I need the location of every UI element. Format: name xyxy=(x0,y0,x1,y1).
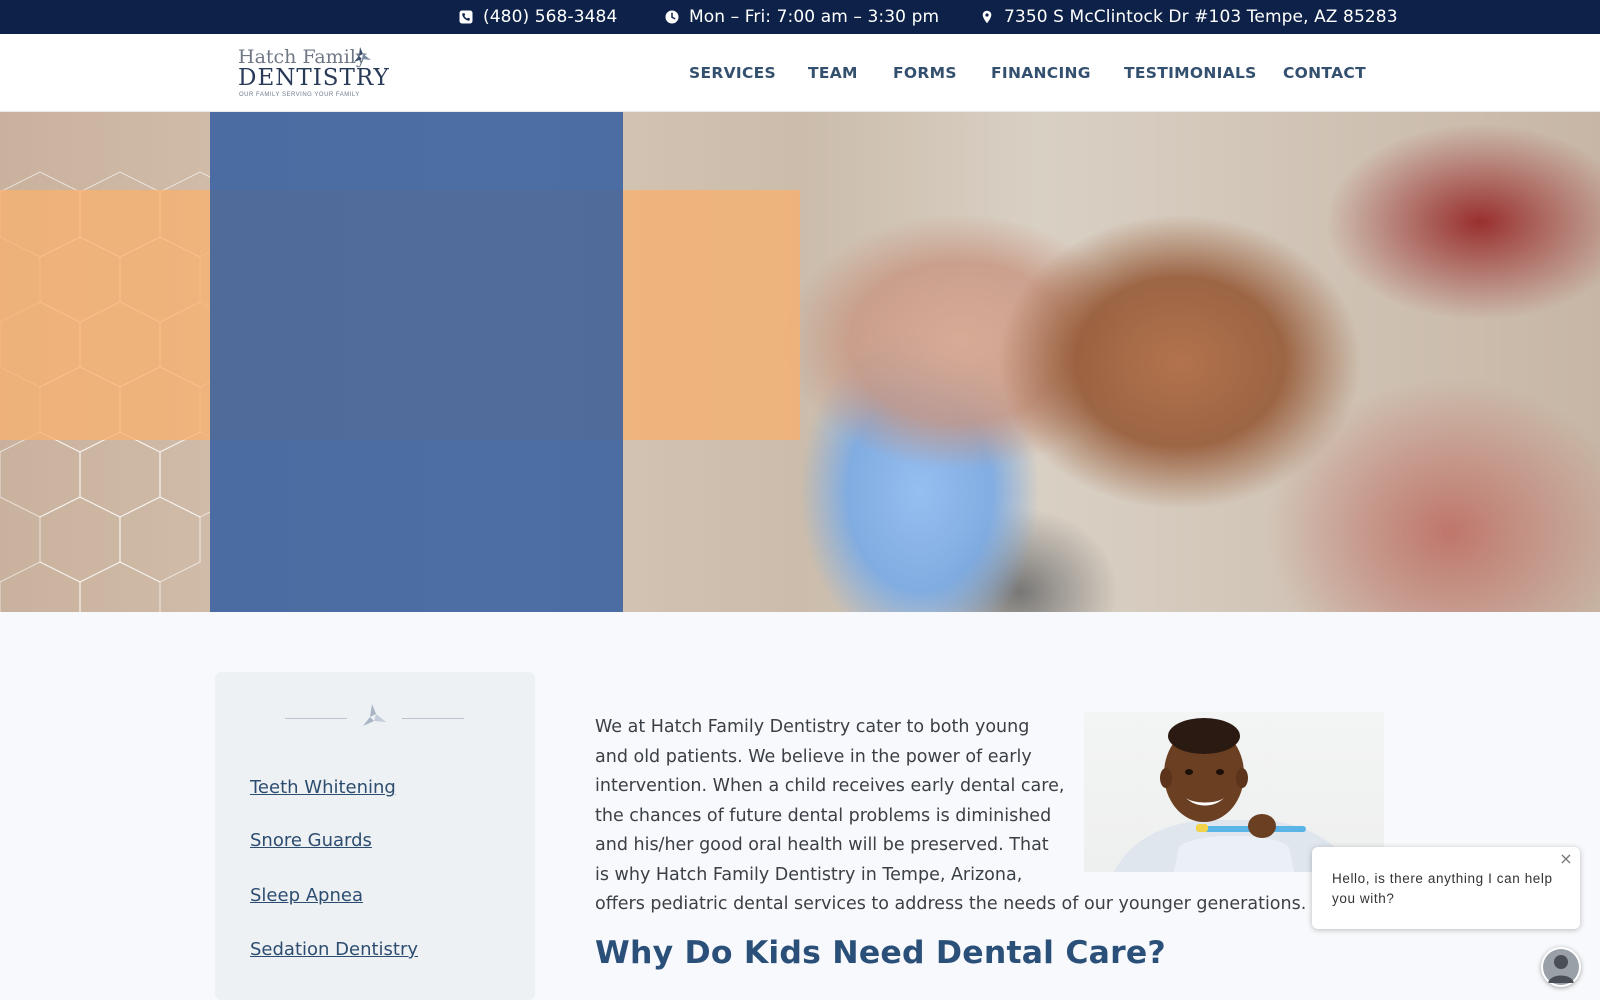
topbar-hours-text: Mon – Fri: 7:00 am – 3:30 pm xyxy=(689,7,940,27)
hero-banner xyxy=(0,112,1600,612)
logo-mark-icon xyxy=(354,47,371,62)
sidebar-divider-right xyxy=(402,718,464,719)
top-info-bar: (480) 568-3484 Mon – Fri: 7:00 am – 3:30… xyxy=(0,0,1600,34)
logo-tagline: OUR FAMILY SERVING YOUR FAMILY xyxy=(239,92,360,98)
close-icon[interactable]: × xyxy=(1558,851,1574,867)
user-avatar-icon xyxy=(1543,949,1579,985)
topbar-phone[interactable]: (480) 568-3484 xyxy=(459,0,617,34)
nav-services[interactable]: SERVICES xyxy=(689,64,776,82)
clock-icon xyxy=(665,10,679,24)
sidebar-divider-left xyxy=(285,718,347,719)
intro-line: the chances of future dental problems is… xyxy=(595,805,1052,826)
intro-line: intervention. When a child receives earl… xyxy=(595,776,1065,796)
chat-avatar-button[interactable] xyxy=(1541,947,1581,987)
intro-line: We at Hatch Family Dentistry cater to bo… xyxy=(595,717,1030,737)
intro-line: and old patients. We believe in the powe… xyxy=(595,746,1032,767)
topbar-address[interactable]: 7350 S McClintock Dr #103 Tempe, AZ 8528… xyxy=(980,0,1398,34)
nav-forms[interactable]: FORMS xyxy=(893,64,957,82)
sidebar-link-teeth-whitening[interactable]: Teeth Whitening xyxy=(250,777,396,798)
nav-testimonials[interactable]: TESTIMONIALS xyxy=(1124,64,1257,82)
nav-contact[interactable]: CONTACT xyxy=(1283,64,1366,82)
hero-blue-overlay xyxy=(210,112,623,612)
sidebar-link-sedation-dentistry[interactable]: Sedation Dentistry xyxy=(250,939,418,960)
intro-line: offers pediatric dental services to addr… xyxy=(595,894,1307,914)
intro-line: and his/her good oral health will be pre… xyxy=(595,835,1049,855)
nav-financing[interactable]: FINANCING xyxy=(991,64,1091,82)
topbar-hours: Mon – Fri: 7:00 am – 3:30 pm xyxy=(665,0,939,34)
intro-line: is why Hatch Family Dentistry in Tempe, … xyxy=(595,864,1023,885)
sidebar-link-sleep-apnea[interactable]: Sleep Apnea xyxy=(250,885,363,906)
topbar-address-text[interactable]: 7350 S McClintock Dr #103 Tempe, AZ 8528… xyxy=(1004,7,1398,27)
section-heading: Why Do Kids Need Dental Care? xyxy=(595,935,1166,971)
phone-icon xyxy=(459,10,473,24)
logo-line2: DENTISTRY xyxy=(238,65,390,91)
chat-message: Hello, is there anything I can help you … xyxy=(1332,871,1553,906)
sidebar-link-snore-guards[interactable]: Snore Guards xyxy=(250,830,372,851)
nav-team[interactable]: TEAM xyxy=(808,64,858,82)
topbar-phone-text[interactable]: (480) 568-3484 xyxy=(483,7,617,27)
site-header: Hatch Family DENTISTRY OUR FAMILY SERVIN… xyxy=(0,34,1600,112)
intro-paragraph: We at Hatch Family Dentistry cater to bo… xyxy=(595,713,1315,920)
services-sidebar: Teeth Whitening Snore Guards Sleep Apnea… xyxy=(215,672,535,1000)
map-pin-icon xyxy=(982,10,992,24)
site-logo[interactable]: Hatch Family DENTISTRY OUR FAMILY SERVIN… xyxy=(238,46,390,102)
logo-mark-icon xyxy=(363,704,386,726)
chat-popup[interactable]: × Hello, is there anything I can help yo… xyxy=(1312,847,1580,929)
